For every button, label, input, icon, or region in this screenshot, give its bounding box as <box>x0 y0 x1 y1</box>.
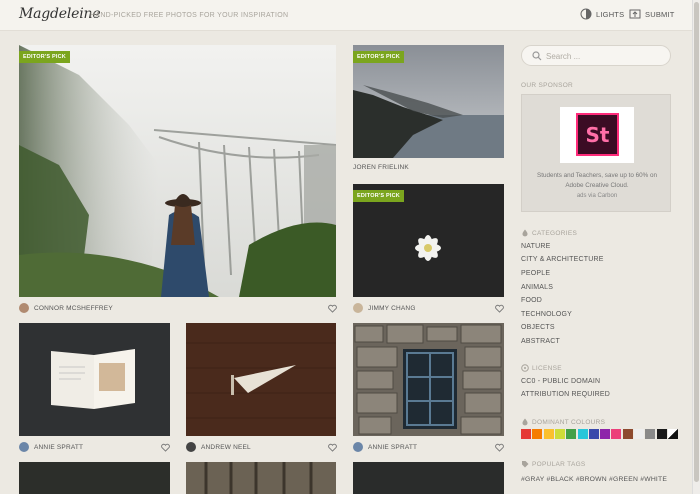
site-tagline: HAND-PICKED FREE PHOTOS FOR YOUR INSPIRA… <box>90 12 289 19</box>
heart-icon[interactable] <box>495 443 504 452</box>
popular-tags[interactable]: #GRAY #BLACK #BROWN #GREEN #WHITE <box>521 476 667 483</box>
category-link[interactable]: ANIMALS <box>521 284 553 291</box>
search-input[interactable] <box>546 49 661 63</box>
license-heading-label: LICENSE <box>532 364 562 372</box>
avatar <box>353 442 363 452</box>
colour-swatch[interactable] <box>521 429 531 439</box>
drop-icon <box>522 418 528 426</box>
lights-icon <box>580 8 592 20</box>
top-bar: Magdeleine HAND-PICKED FREE PHOTOS FOR Y… <box>0 0 700 31</box>
photo-thumbnail-image <box>204 462 313 494</box>
submit-button[interactable]: SUBMIT <box>629 8 675 20</box>
colour-swatch[interactable] <box>566 429 577 439</box>
scrollbar-thumb[interactable] <box>694 2 699 482</box>
avatar <box>19 442 29 452</box>
photo-credit[interactable]: ANNIE SPRATT <box>353 442 417 452</box>
photo-bridge-fog[interactable]: EDITOR'S PICK <box>19 45 336 297</box>
colour-swatch[interactable] <box>588 429 599 439</box>
editors-pick-badge: EDITOR'S PICK <box>353 51 404 63</box>
sponsor-text: Students and Teachers, save up to 60% on… <box>537 172 657 189</box>
avatar <box>186 442 196 452</box>
heart-icon[interactable] <box>161 443 170 452</box>
author-name: JOREN FRIELINK <box>353 164 409 171</box>
author-name: CONNOR MCSHEFFREY <box>34 304 113 312</box>
scrollbar[interactable] <box>692 0 700 494</box>
categories-heading-label: CATEGORIES <box>532 229 578 237</box>
colour-swatch[interactable] <box>577 429 588 439</box>
sponsor-logo: St <box>560 107 634 163</box>
photo-open-book[interactable] <box>19 323 170 436</box>
sponsor-via[interactable]: ads via Carbon <box>532 193 662 199</box>
editors-pick-badge: EDITOR'S PICK <box>19 51 70 63</box>
colour-swatch[interactable] <box>622 429 633 439</box>
sponsor-ad[interactable]: St Students and Teachers, save up to 60%… <box>521 94 671 212</box>
colour-swatch[interactable] <box>532 429 543 439</box>
categories-heading: CATEGORIES <box>521 229 577 237</box>
colour-swatch[interactable] <box>543 429 554 439</box>
license-link[interactable]: CC0 - PUBLIC DOMAIN <box>521 378 600 385</box>
category-link[interactable]: OBJECTS <box>521 324 555 331</box>
search-icon <box>532 51 542 61</box>
photo-stone-window[interactable] <box>353 323 504 436</box>
site-logo[interactable]: Magdeleine <box>19 6 101 22</box>
colour-swatch[interactable] <box>656 429 667 439</box>
colour-swatch[interactable] <box>611 429 622 439</box>
colour-swatch[interactable] <box>600 429 611 439</box>
avatar <box>353 303 363 313</box>
category-link[interactable]: PEOPLE <box>521 270 550 277</box>
photo-thumbnail[interactable] <box>19 462 170 494</box>
category-link[interactable]: TECHNOLOGY <box>521 311 572 318</box>
colour-swatch[interactable] <box>634 429 644 439</box>
photo-thumbnail[interactable] <box>186 462 336 494</box>
photo-credit[interactable]: JOREN FRIELINK <box>353 164 409 171</box>
cc-icon <box>521 364 529 372</box>
heart-icon[interactable] <box>328 304 337 313</box>
category-link[interactable]: CITY & ARCHITECTURE <box>521 256 604 263</box>
colours-heading: DOMINANT COLOURS <box>521 418 605 426</box>
lights-label: LIGHTS <box>596 9 625 19</box>
photo-bridge-fog-image <box>19 45 336 297</box>
photo-pennant-wood-image <box>186 323 336 436</box>
adobe-stock-logo: St <box>576 113 619 156</box>
avatar <box>19 303 29 313</box>
author-name: ANNIE SPRATT <box>368 443 418 451</box>
colour-swatch[interactable] <box>554 429 565 439</box>
photo-pennant-wood[interactable] <box>186 323 336 436</box>
colour-swatch[interactable] <box>667 429 678 439</box>
photo-credit[interactable]: CONNOR MCSHEFFREY <box>19 303 113 313</box>
heart-icon[interactable] <box>328 443 337 452</box>
heart-icon[interactable] <box>495 304 504 313</box>
sponsor-heading: OUR SPONSOR <box>521 82 574 89</box>
upload-icon <box>629 9 641 19</box>
photo-credit[interactable]: ANNIE SPRATT <box>19 442 83 452</box>
colours-heading-label: DOMINANT COLOURS <box>532 418 606 426</box>
tags-heading-label: POPULAR TAGS <box>532 460 586 468</box>
lights-button[interactable]: LIGHTS <box>580 8 624 20</box>
category-link[interactable]: NATURE <box>521 243 550 250</box>
tag-icon <box>522 461 529 468</box>
author-name: JIMMY CHANG <box>368 304 416 312</box>
photo-stone-window-image <box>353 323 504 436</box>
photo-open-book-image <box>19 323 170 436</box>
search-box[interactable] <box>521 45 671 66</box>
photo-thumbnail[interactable] <box>353 462 504 494</box>
photo-coastline[interactable]: EDITOR'S PICK <box>353 45 504 158</box>
drop-icon <box>522 229 528 237</box>
editors-pick-badge: EDITOR'S PICK <box>353 190 404 202</box>
submit-label: SUBMIT <box>645 9 675 19</box>
tags-heading: POPULAR TAGS <box>521 460 586 468</box>
author-name: ANNIE SPRATT <box>34 443 84 451</box>
author-name: ANDREW NEEL <box>201 443 251 451</box>
colour-swatch[interactable] <box>645 429 656 439</box>
license-link[interactable]: ATTRIBUTION REQUIRED <box>521 391 610 398</box>
license-heading: LICENSE <box>521 364 562 372</box>
photo-credit[interactable]: ANDREW NEEL <box>186 442 251 452</box>
photo-credit[interactable]: JIMMY CHANG <box>353 303 416 313</box>
category-link[interactable]: ABSTRACT <box>521 338 560 345</box>
photo-white-flower[interactable]: EDITOR'S PICK <box>353 184 504 297</box>
category-link[interactable]: FOOD <box>521 297 542 304</box>
